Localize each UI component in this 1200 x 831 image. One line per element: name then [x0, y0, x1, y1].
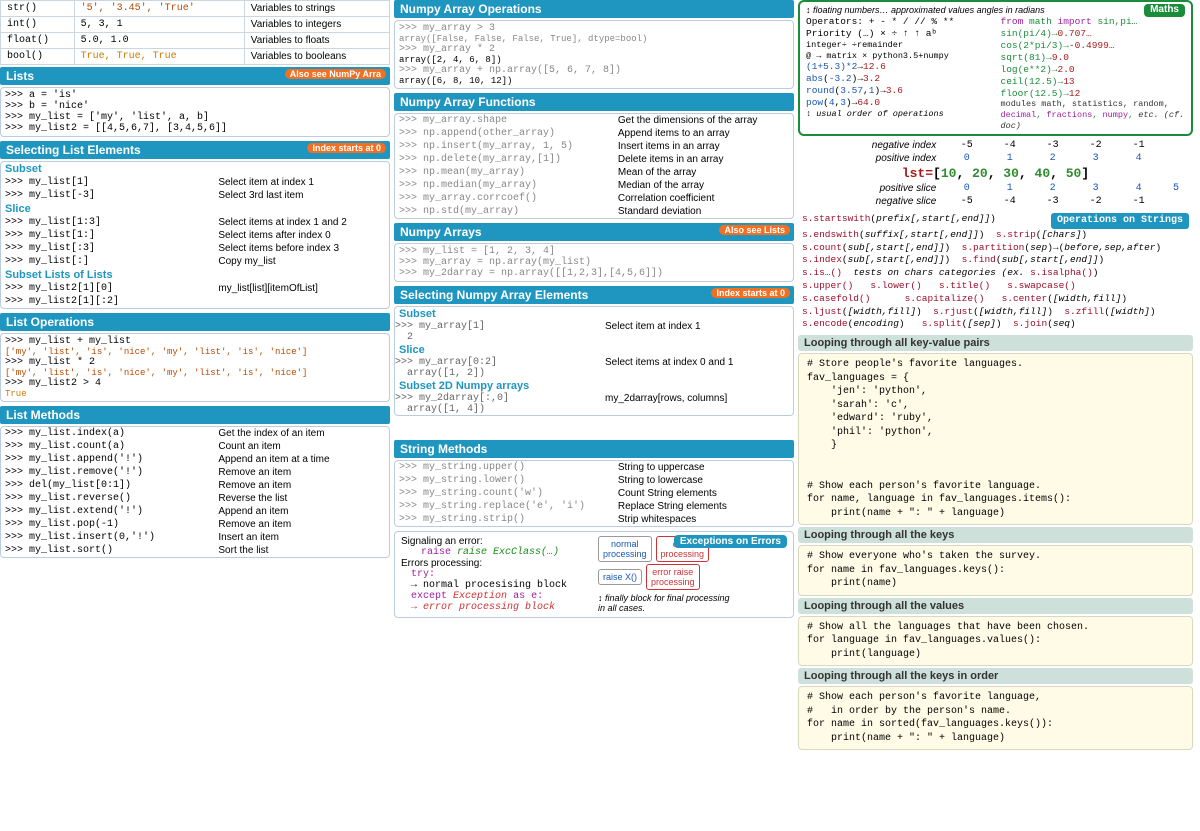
select-list-header: Selecting List ElementsIndex starts at 0 — [0, 141, 390, 159]
np-arrays-box: >>> my_list = [1, 2, 3, 4] >>> my_array … — [394, 243, 794, 282]
select-list-box: Subset >>> my_list[1]Select item at inde… — [0, 161, 390, 309]
list-ops-header: List Operations — [0, 313, 390, 331]
loop-header-4: Looping through all the keys in order — [798, 668, 1193, 684]
lists-code: >>> a = 'is' >>> b = 'nice' >>> my_list … — [0, 87, 390, 137]
conversion-table: str()'5', '3.45', 'True'Variables to str… — [0, 0, 390, 65]
loop-code-4: # Show each person's favorite language, … — [798, 686, 1193, 750]
maths-box: Maths ↕ floating numbers… approximated v… — [798, 0, 1193, 136]
list-methods-header: List Methods — [0, 406, 390, 424]
np-ops-header: Numpy Array Operations — [394, 0, 794, 18]
loop-header-3: Looping through all the values — [798, 598, 1193, 614]
loop-header-1: Looping through all key-value pairs — [798, 335, 1193, 351]
np-fns-box: >>> my_array.shapeGet the dimensions of … — [394, 113, 794, 219]
select-np-header: Selecting Numpy Array ElementsIndex star… — [394, 286, 794, 304]
select-np-box: Subset >>> my_array[1] 2Select item at i… — [394, 306, 794, 416]
string-methods-box: >>> my_string.upper()String to uppercase… — [394, 460, 794, 527]
string-ops-box: Operations on Strings s.startswith(prefi… — [798, 211, 1193, 333]
exceptions-box: Exceptions on Errors Signaling an error:… — [394, 531, 794, 618]
np-ops-box: >>> my_array > 3 array([False, False, Fa… — [394, 20, 794, 89]
loop-code-2: # Show everyone who's taken the survey. … — [798, 545, 1193, 596]
np-arrays-header: Numpy ArraysAlso see Lists — [394, 223, 794, 241]
loop-code-3: # Show all the languages that have been … — [798, 616, 1193, 667]
list-ops-box: >>> my_list + my_list ['my', 'list', 'is… — [0, 333, 390, 402]
loop-code-1: # Store people's favorite languages. fav… — [798, 353, 1193, 525]
list-methods-box: >>> my_list.index(a)Get the index of an … — [0, 426, 390, 558]
np-fns-header: Numpy Array Functions — [394, 93, 794, 111]
index-table: negative index-5-4-3-2-1 positive index0… — [798, 138, 1193, 209]
lists-header: ListsAlso see NumPy Arra — [0, 67, 390, 85]
string-methods-header: String Methods — [394, 440, 794, 458]
loop-header-2: Looping through all the keys — [798, 527, 1193, 543]
